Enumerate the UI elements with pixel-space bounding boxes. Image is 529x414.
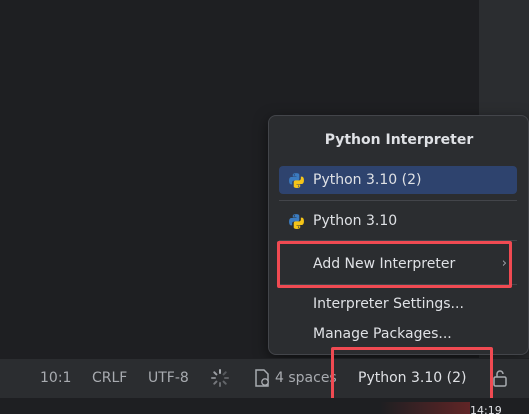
menu-item-label: Python 3.10 (2) [313,172,422,188]
loading-spinner-icon [210,368,230,392]
python-icon [289,213,304,229]
ide-window: Python Interpreter Python 3.10 (2) Pytho… [0,0,529,414]
highlight-box-interpreter-widget [331,347,493,404]
caret-position[interactable]: 10:1 [40,370,71,386]
menu-item-label: Interpreter Settings... [313,296,464,312]
menu-separator [279,200,517,201]
manage-packages-item[interactable]: Manage Packages... [279,320,517,348]
lock-icon[interactable] [492,368,508,392]
interpreter-python-3-10-2[interactable]: Python 3.10 (2) [279,166,517,194]
highlight-box-add-interpreter [277,241,512,288]
python-interpreter-popup: Python Interpreter Python 3.10 (2) Pytho… [268,115,529,355]
interpreter-python-3-10[interactable]: Python 3.10 [279,207,517,235]
line-ending[interactable]: CRLF [92,370,127,386]
indent-settings-icon [253,368,271,392]
system-clock: 14:19 [470,404,502,414]
taskbar-accent [380,402,470,414]
python-icon [289,172,304,188]
indent-setting[interactable]: 4 spaces [275,370,337,386]
interpreter-settings-item[interactable]: Interpreter Settings... [279,290,517,318]
menu-item-label: Manage Packages... [313,326,452,342]
file-encoding[interactable]: UTF-8 [148,370,189,386]
menu-item-label: Python 3.10 [313,213,398,229]
popup-title: Python Interpreter [324,132,474,148]
